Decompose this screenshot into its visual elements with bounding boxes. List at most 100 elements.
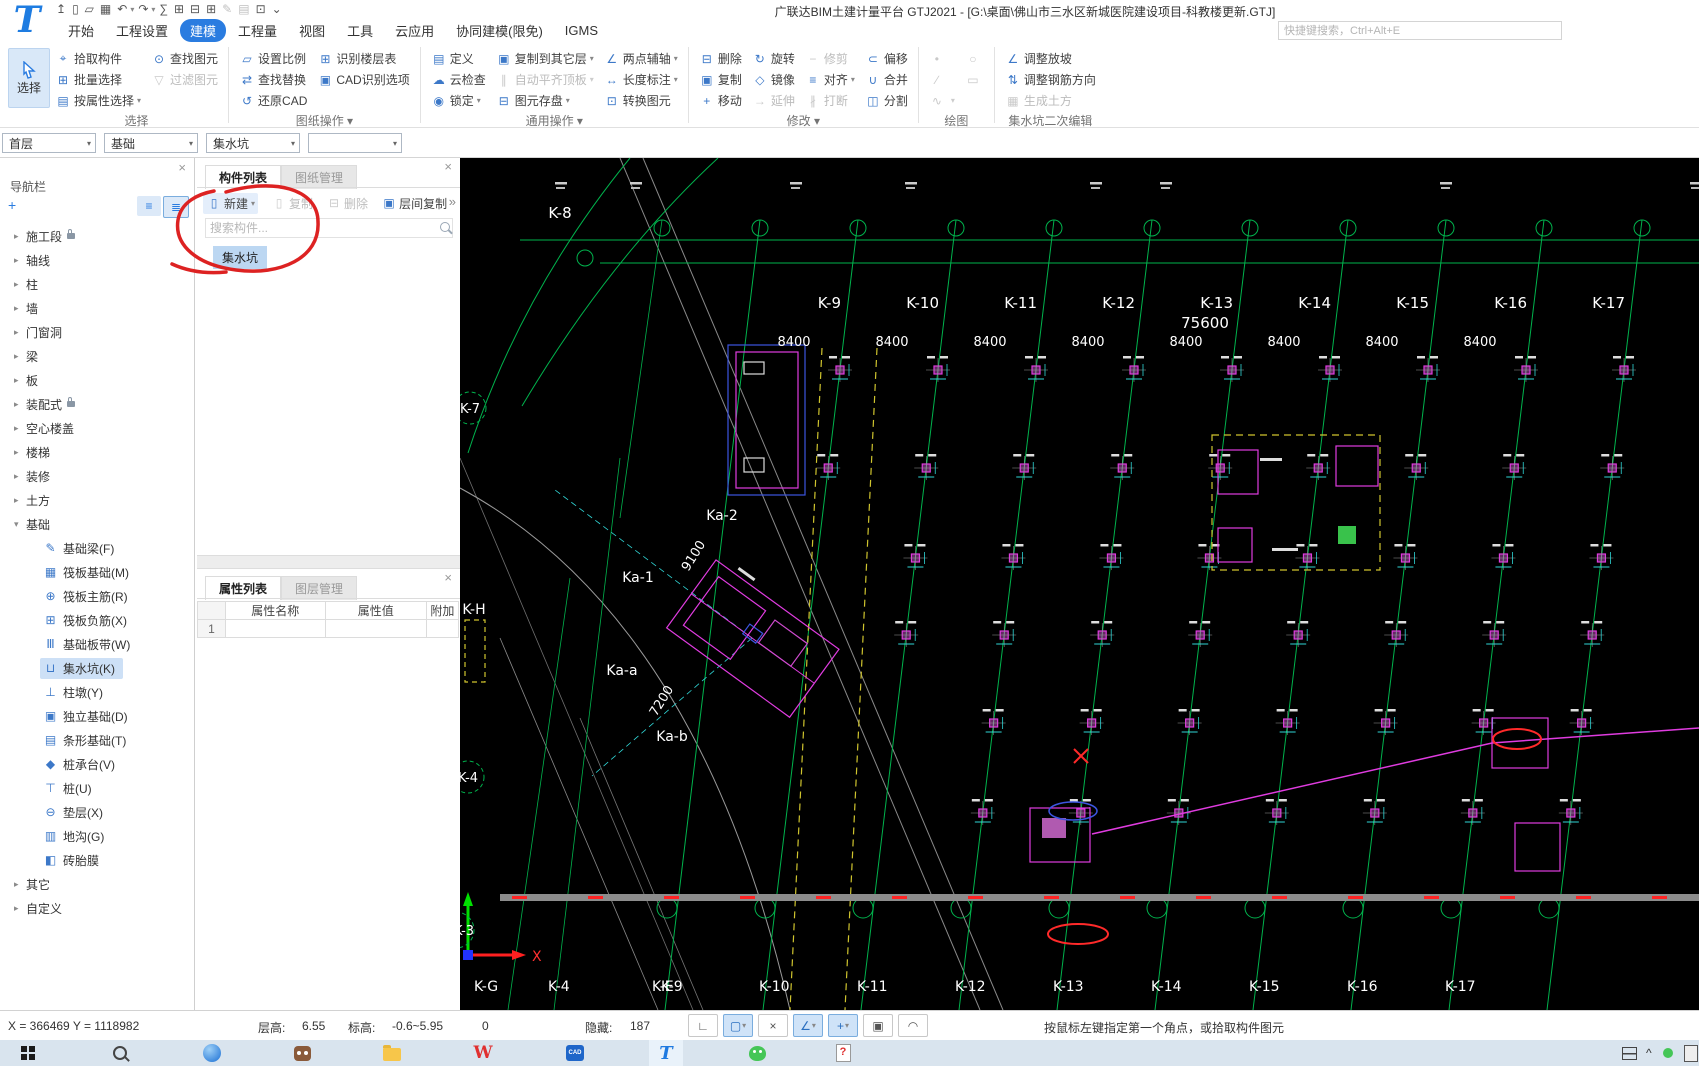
save-file-icon[interactable]: ▦: [100, 2, 111, 16]
taskbar-wps-icon[interactable]: W: [466, 1040, 500, 1066]
sidebar-item-cushion[interactable]: ⊖ 垫层(X): [0, 800, 195, 824]
sidebar-item-axis[interactable]: ▸ 轴线: [0, 248, 195, 272]
split-button[interactable]: ◫ 分割: [863, 90, 910, 111]
tab-property-list[interactable]: 属性列表: [205, 576, 282, 600]
menu-tab-igms[interactable]: IGMS: [555, 21, 608, 40]
rotate-button[interactable]: ↻ 旋转: [750, 48, 797, 69]
publish-icon[interactable]: ↥: [56, 2, 66, 16]
menu-tab-view[interactable]: 视图: [289, 19, 335, 42]
find-element-button[interactable]: ⊙ 查找图元: [149, 48, 220, 69]
adjust-rebar-direction-button[interactable]: ⇅ 调整钢筋方向: [1003, 69, 1098, 90]
taskbar-browser-icon[interactable]: [195, 1040, 229, 1066]
list-item[interactable]: 集水坑: [213, 246, 268, 269]
tray-tray-wechat-icon[interactable]: [1663, 1040, 1673, 1066]
sidebar-item-pile[interactable]: ⊤ 桩(U): [0, 776, 195, 800]
select-by-property-button[interactable]: ▤ 按属性选择 ▾: [53, 90, 143, 111]
length-dimension-button[interactable]: ↔ 长度标注 ▾: [602, 69, 680, 90]
component-search-input[interactable]: [205, 218, 453, 238]
identify-floor-table-button[interactable]: ⊞ 识别楼层表: [315, 48, 411, 69]
taskbar-wechat-icon[interactable]: [740, 1040, 774, 1066]
cad-viewport[interactable]: X K-7 K-H K-4 K-3 K-8 K-9 K-10 K-11 K-12 K-13 K-14 K…: [460, 158, 1699, 1010]
sidebar-item-prefab[interactable]: ▸ 装配式: [0, 392, 195, 416]
view-table-icon[interactable]: ⊟: [190, 2, 200, 16]
detail-view-icon[interactable]: ≣: [163, 196, 189, 218]
sidebar-item-strip-foundation[interactable]: ▤ 条形基础(T): [0, 728, 195, 752]
sidebar-item-foundation-beam[interactable]: ✎ 基础梁(F): [0, 536, 195, 560]
offset-button[interactable]: ⊂ 偏移: [863, 48, 910, 69]
cross-select-mode-button[interactable]: ×: [758, 1014, 788, 1037]
taskbar-start-icon[interactable]: [11, 1040, 45, 1066]
taskbar-cad-app-icon[interactable]: CAD: [558, 1040, 592, 1066]
component-type-select[interactable]: 集水坑 ▾: [206, 133, 300, 153]
redo-icon[interactable]: ↷: [138, 2, 148, 16]
view-calculation-icon[interactable]: ⊞: [174, 2, 184, 16]
sidebar-item-wall[interactable]: ▸ 墙: [0, 296, 195, 320]
sidebar-item-hollow-floor[interactable]: ▸ 空心楼盖: [0, 416, 195, 440]
taskbar-folder-icon[interactable]: [375, 1040, 409, 1066]
tab-layer-manage[interactable]: 图层管理: [281, 576, 358, 600]
select-button[interactable]: 选择: [8, 48, 50, 108]
adjust-slope-button[interactable]: ∠ 调整放坡: [1003, 48, 1098, 69]
add-icon[interactable]: +: [8, 197, 16, 213]
mirror-button[interactable]: ◇ 镜像: [750, 69, 797, 90]
pick-component-button[interactable]: ⌖ 拾取构件: [53, 48, 143, 69]
undo-icon[interactable]: ↶: [117, 2, 127, 16]
menu-tab-modeling[interactable]: 建模: [180, 18, 227, 42]
move-button[interactable]: + 移动: [697, 90, 744, 111]
define-button[interactable]: ▤ 定义: [429, 48, 488, 69]
cell-name[interactable]: [225, 619, 326, 638]
list-view-icon[interactable]: ≡: [137, 196, 161, 216]
panel-splitter[interactable]: [197, 555, 460, 569]
component-panel-close-icon[interactable]: ×: [444, 160, 452, 173]
batch-select-button[interactable]: ⊞ 批量选择: [53, 69, 143, 90]
snap-mode-button[interactable]: + ▾: [828, 1014, 858, 1037]
find-replace-button[interactable]: ⇄ 查找替换: [237, 69, 309, 90]
sidebar-item-door-window[interactable]: ▸ 门窗洞: [0, 320, 195, 344]
sidebar-item-pile-cap[interactable]: ◆ 桩承台(V): [0, 752, 195, 776]
navigator-close-icon[interactable]: ×: [178, 161, 186, 174]
taskbar-help-icon[interactable]: ?: [826, 1040, 860, 1066]
new-file-icon[interactable]: ▯: [72, 2, 79, 16]
taskbar-assistant-icon[interactable]: [285, 1040, 319, 1066]
sidebar-item-raft-foundation[interactable]: ▦ 筏板基础(M): [0, 560, 195, 584]
menu-tab-project-settings[interactable]: 工程设置: [106, 19, 178, 42]
new-button[interactable]: ▯ 新建 ▾: [203, 192, 259, 214]
collapse-panel-icon[interactable]: »: [449, 194, 456, 209]
category-select[interactable]: 基础 ▾: [104, 133, 198, 153]
sidebar-item-raft-main-rebar[interactable]: ⊕ 筏板主筋(R): [0, 584, 195, 608]
cad-identify-options-button[interactable]: ▣ CAD识别选项: [315, 69, 411, 90]
sidebar-item-decoration[interactable]: ▸ 装修: [0, 464, 195, 488]
sidebar-item-construction-section[interactable]: ▸ 施工段: [0, 224, 195, 248]
menu-tab-cloud-app[interactable]: 云应用: [385, 19, 444, 42]
dynamic-input-button[interactable]: ▣: [863, 1014, 893, 1037]
sidebar-item-raft-negative-rebar[interactable]: ⊞ 筏板负筋(X): [0, 608, 195, 632]
sidebar-item-column-pier[interactable]: ⊥ 柱墩(Y): [0, 680, 195, 704]
sidebar-item-slab[interactable]: ▸ 板: [0, 368, 195, 392]
lock-button[interactable]: ◉ 锁定 ▾: [429, 90, 488, 111]
redo-dropdown-arrow[interactable]: ▾: [151, 5, 155, 14]
copy-to-other-floor-button[interactable]: ▣ 复制到其它层 ▾: [494, 48, 596, 69]
sidebar-item-column[interactable]: ▸ 柱: [0, 272, 195, 296]
tray-tray-window-icon[interactable]: [1622, 1040, 1637, 1066]
undo-dropdown-arrow[interactable]: ▾: [130, 5, 134, 14]
sidebar-item-brick-mold[interactable]: ◧ 砖胎膜: [0, 848, 195, 872]
sidebar-item-sump-pit[interactable]: ⊔ 集水坑(K): [0, 656, 195, 680]
menu-tab-collaborative-modeling[interactable]: 协同建模(限免): [446, 19, 553, 42]
copy-button[interactable]: ▣ 复制: [697, 69, 744, 90]
sidebar-item-custom[interactable]: ▸ 自定义: [0, 896, 195, 920]
view-report-icon[interactable]: ⊞: [206, 2, 216, 16]
element-save-button[interactable]: ⊟ 图元存盘 ▾: [494, 90, 596, 111]
tab-component-list[interactable]: 构件列表: [205, 165, 282, 189]
delete-button[interactable]: ⊟ 删除: [697, 48, 744, 69]
convert-element-button[interactable]: ⊡ 转换图元: [602, 90, 680, 111]
taskbar-gtj-app-icon[interactable]: T: [649, 1040, 683, 1066]
sidebar-item-other[interactable]: ▸ 其它: [0, 872, 195, 896]
tray-tray-edge-icon[interactable]: [1684, 1040, 1698, 1066]
sidebar-item-foundation-slab-band[interactable]: Ⅲ 基础板带(W): [0, 632, 195, 656]
cell-value[interactable]: [324, 619, 427, 638]
cloud-check-button[interactable]: ☁ 云检查: [429, 69, 488, 90]
floor-select[interactable]: 首层 ▾: [2, 133, 96, 153]
angle-draw-mode-button[interactable]: ∠ ▾: [793, 1014, 823, 1037]
tab-drawing-manage[interactable]: 图纸管理: [281, 165, 358, 189]
summary-calculate-icon[interactable]: ∑: [159, 2, 168, 16]
